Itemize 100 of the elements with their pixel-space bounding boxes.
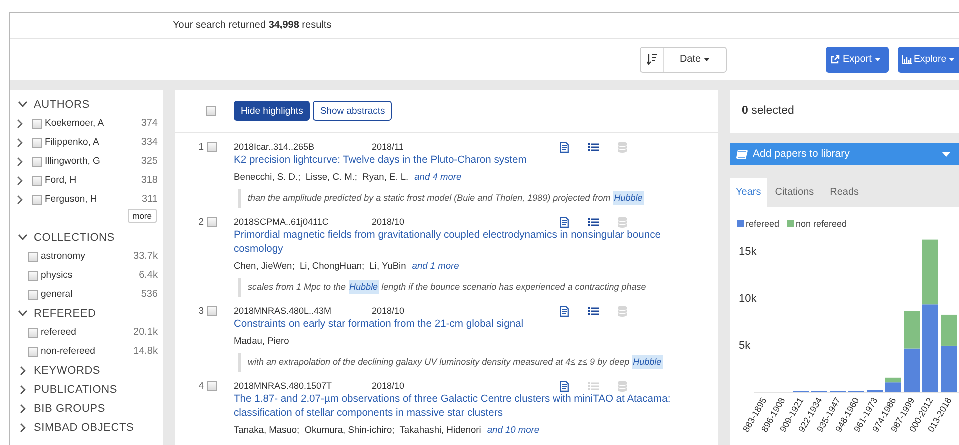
chevron-right-icon[interactable] [20, 366, 26, 376]
checkbox[interactable] [32, 118, 42, 128]
facet-label: non-refereed [41, 346, 96, 357]
checkbox[interactable] [207, 142, 217, 152]
facet-count: 311 [142, 194, 158, 205]
publication-date: 2018/10 [372, 381, 406, 391]
toggle-highlights-button[interactable]: Hide highlights [234, 101, 310, 121]
checkbox[interactable] [28, 252, 38, 262]
chevron-down-icon[interactable] [18, 101, 28, 108]
result-title-link[interactable]: The 1.87- and 2.07-µm observations of three Galactic Centre clusters with miniTAO at Atacama: classification of stellar components in massive star clusters [234, 393, 679, 421]
more-authors-link[interactable]: and 4 more [414, 171, 462, 184]
facet-count: 334 [141, 137, 158, 148]
checkbox[interactable] [207, 306, 217, 316]
facet-count: 536 [141, 289, 158, 300]
author-list: Madau, Piero [234, 335, 290, 348]
facet-label: physics [41, 270, 74, 281]
toggle-abstracts-button[interactable]: Show abstracts [313, 101, 392, 121]
result-number: 4 [198, 380, 204, 392]
chart-bar [922, 240, 938, 305]
chevron-right-icon[interactable] [17, 194, 23, 204]
facet-count: 6.4k [139, 270, 158, 281]
facet-label: Ferguson, H [45, 194, 98, 205]
list-icon[interactable] [588, 306, 599, 316]
publication-date: 2018/10 [372, 217, 406, 227]
document-icon[interactable] [560, 380, 569, 392]
publication-date: 2018/10 [372, 306, 406, 316]
list-icon[interactable] [588, 142, 599, 152]
result-title-link[interactable]: Constraints on early star formation from the 21-cm global signal [234, 318, 663, 332]
checkbox[interactable] [28, 346, 38, 356]
chevron-right-icon[interactable] [20, 422, 26, 432]
chart-bar [904, 311, 920, 349]
more-authors-link[interactable]: and 1 more [412, 260, 460, 273]
more-button[interactable]: more [128, 209, 157, 223]
bibcode: 2018SCPMA..61j0411C [234, 217, 330, 227]
chart-tab[interactable]: Citations [767, 178, 822, 207]
share-icon [831, 55, 840, 64]
facet-heading[interactable]: COLLECTIONS [34, 232, 115, 244]
add-to-library-bar[interactable]: Add papers to library [730, 143, 959, 165]
chart-bar [904, 348, 920, 392]
chart-tab[interactable]: Years [730, 178, 768, 207]
chevron-right-icon[interactable] [17, 156, 23, 166]
highlight-snippet: than the amplitude predicted by a static frost model (Buie and Tholen, 1989) projected from Hubble [238, 189, 644, 208]
document-icon[interactable] [560, 142, 569, 152]
bar-chart-icon [902, 55, 912, 64]
result-number: 1 [198, 142, 204, 152]
results-summary: Your search returned 34,998 results [173, 20, 332, 31]
facet-label: Filippenko, A [45, 137, 100, 148]
chevron-down-icon[interactable] [18, 234, 28, 241]
caret-icon[interactable] [942, 152, 951, 156]
caret-icon [874, 58, 881, 62]
publication-date: 2018/11 [372, 142, 405, 152]
checkbox[interactable] [32, 194, 42, 204]
result-title-link[interactable]: K2 precision lightcurve: Twelve days in the Pluto-Charon system [234, 154, 644, 168]
facet-count: 318 [141, 175, 158, 186]
checkbox[interactable] [206, 106, 216, 116]
checkbox[interactable] [28, 328, 38, 338]
facet-heading[interactable]: PUBLICATIONS [34, 384, 118, 396]
highlight-snippet: scales from 1 Mpc to the Hubble length if the bounce scenario has experienced a contracting phase [238, 278, 679, 297]
facet-heading[interactable]: AUTHORS [34, 98, 90, 110]
document-icon[interactable] [560, 306, 569, 316]
document-icon[interactable] [560, 216, 569, 228]
checkbox[interactable] [32, 138, 42, 148]
legend-label: refereed [746, 219, 780, 229]
bibcode: 2018MNRAS.480L..43M [234, 306, 333, 316]
facet-heading[interactable]: SIMBAD OBJECTS [34, 422, 134, 434]
facet-heading[interactable]: BIB GROUPS [34, 402, 106, 414]
result-title-link[interactable]: Primordial magnetic fields from gravitationally coupled electrodynamics in nonsingular bounce cosmology [234, 229, 679, 257]
axis-tick-label: 10k [739, 293, 757, 306]
chevron-right-icon[interactable] [20, 404, 26, 414]
checkbox[interactable] [207, 381, 217, 391]
facet-heading[interactable]: KEYWORDS [34, 364, 101, 376]
book-icon [736, 148, 749, 160]
legend-item: refereed [737, 219, 780, 229]
chart-tab[interactable]: Reads [822, 178, 868, 207]
checkbox[interactable] [28, 290, 38, 300]
list-icon[interactable] [588, 218, 599, 226]
more-authors-link[interactable]: and 10 more [487, 424, 540, 437]
author-list: Chen, JieWen; Li, ChongHuan; Li, YuBin [234, 260, 406, 273]
checkbox[interactable] [207, 217, 217, 227]
explore-button[interactable]: Explore [898, 46, 959, 72]
chevron-right-icon[interactable] [17, 118, 23, 128]
caret-icon [948, 58, 955, 62]
selection-count: 0 selected [742, 105, 794, 117]
checkbox[interactable] [28, 270, 38, 280]
highlight-snippet: with an extrapolation of the declining galaxy UV luminosity density measured at 4≤ z≤ 9 by deep Hubble [238, 353, 663, 372]
facet-count: 20.1k [134, 327, 158, 338]
facet-heading[interactable]: REFEREED [34, 308, 96, 320]
export-button[interactable]: Export [826, 46, 889, 72]
facet-label: Ford, H [45, 175, 78, 186]
facet-label: Koekemoer, A [45, 118, 106, 129]
facet-label: astronomy [41, 251, 86, 262]
chevron-right-icon[interactable] [17, 138, 23, 148]
bibcode: 2018MNRAS.480.1507T [234, 381, 334, 391]
checkbox[interactable] [32, 176, 42, 186]
chevron-right-icon[interactable] [20, 384, 26, 394]
legend-item: non refereed [787, 219, 848, 229]
chevron-down-icon[interactable] [18, 310, 28, 317]
axis-tick-label: 15k [739, 246, 757, 258]
checkbox[interactable] [32, 156, 42, 166]
chevron-right-icon[interactable] [17, 176, 23, 186]
